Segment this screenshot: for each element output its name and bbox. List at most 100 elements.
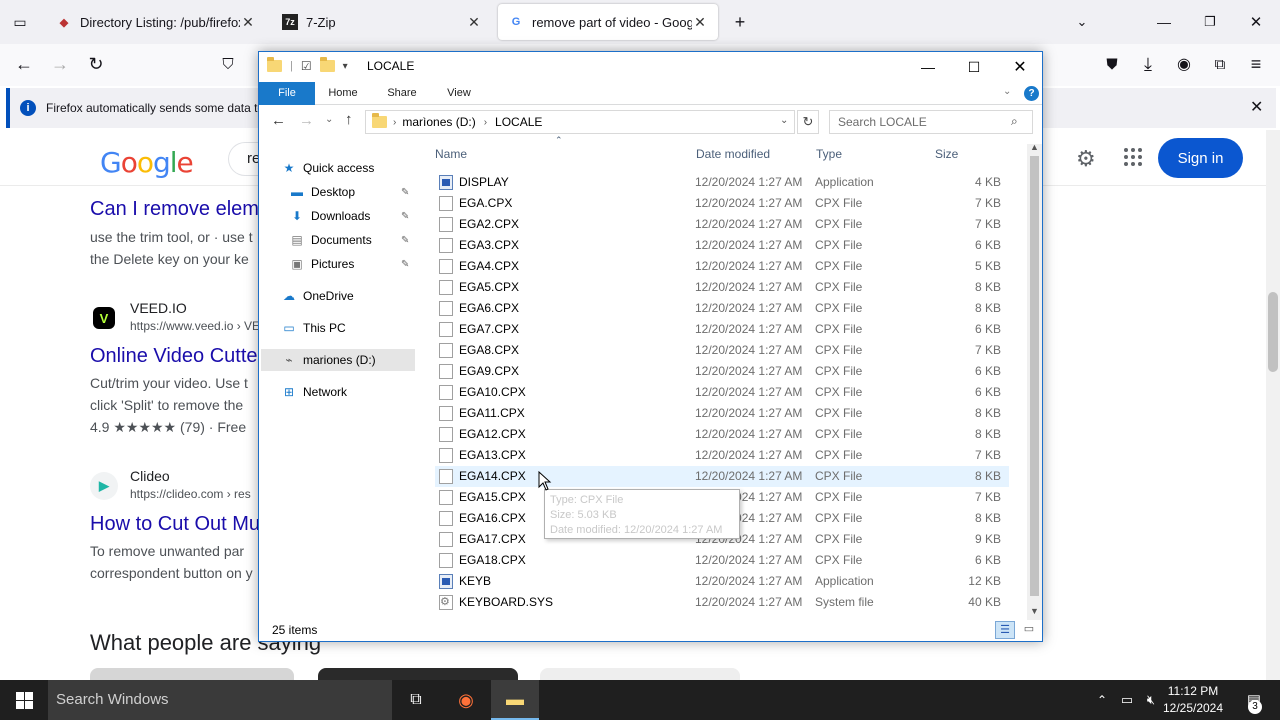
refresh-icon[interactable]: ↻ — [797, 110, 819, 134]
taskbar-search-input[interactable]: Search Windows — [48, 680, 392, 720]
pin-icon[interactable]: ✎ — [401, 235, 409, 246]
nav-quick-access[interactable]: ★ Quick access — [281, 157, 437, 179]
video-thumbnail[interactable] — [540, 668, 740, 680]
tab-file[interactable]: File — [259, 82, 315, 105]
scroll-up-icon[interactable]: ▲ — [1030, 142, 1039, 152]
large-icons-view-icon[interactable]: ▭ — [1019, 621, 1039, 639]
tab-google-search[interactable]: G remove part of video - Google S ✕ — [498, 4, 718, 40]
tab-home[interactable]: Home — [321, 82, 365, 105]
maximize-icon[interactable]: ☐ — [951, 52, 997, 82]
breadcrumb-drive[interactable]: marìones (D:) — [402, 115, 475, 129]
chevron-down-icon[interactable]: ⌄ — [1003, 86, 1011, 97]
nav-drive-d[interactable]: ⌁ mariones (D:) — [261, 349, 415, 371]
file-row[interactable]: EGA12.CPX 12/20/2024 1:27 AM CPX File 8 KB — [435, 424, 1009, 445]
tab-directory-listing[interactable]: ◆ Directory Listing: /pub/firefox/r ✕ — [46, 4, 266, 40]
minimize-icon[interactable]: — — [905, 52, 951, 82]
sign-in-button[interactable]: Sign in — [1158, 138, 1243, 178]
download-icon[interactable]: ⤓ — [1134, 50, 1162, 78]
properties-icon[interactable]: ☑ — [301, 59, 312, 73]
tab-share[interactable]: Share — [379, 82, 425, 105]
column-date[interactable]: Date modified — [696, 147, 770, 161]
google-logo[interactable]: Google — [100, 146, 194, 179]
chevron-down-icon[interactable]: ▾ — [343, 61, 348, 72]
nav-pictures[interactable]: ▣ Pictures — [289, 253, 445, 275]
file-row[interactable]: DISPLAY 12/20/2024 1:27 AM Application 4 KB — [435, 172, 1009, 193]
file-row[interactable]: EGA13.CPX 12/20/2024 1:27 AM CPX File 7 KB — [435, 445, 1009, 466]
file-row[interactable]: EGA5.CPX 12/20/2024 1:27 AM CPX File 8 KB — [435, 277, 1009, 298]
account-icon[interactable]: ◉ — [1170, 50, 1198, 78]
result-title[interactable]: How to Cut Out Mu — [90, 513, 260, 536]
restore-icon[interactable]: ❐ — [1196, 8, 1224, 36]
pin-icon[interactable]: ✎ — [401, 187, 409, 198]
file-row[interactable]: EGA3.CPX 12/20/2024 1:27 AM CPX File 6 KB — [435, 235, 1009, 256]
file-row[interactable]: KEYB 12/20/2024 1:27 AM Application 12 KB — [435, 571, 1009, 592]
file-explorer-icon[interactable]: ▬ — [491, 680, 539, 720]
close-icon[interactable]: ✕ — [692, 14, 708, 31]
task-view-icon[interactable]: ⧉ — [392, 680, 440, 720]
nav-onedrive[interactable]: ☁ OneDrive — [281, 285, 437, 307]
file-row[interactable]: EGA10.CPX 12/20/2024 1:27 AM CPX File 6 KB — [435, 382, 1009, 403]
breadcrumb-folder[interactable]: LOCALE — [495, 115, 542, 129]
file-row[interactable]: KEYBOARD.SYS 12/20/2024 1:27 AM System fil… — [435, 592, 1009, 613]
chevron-down-icon[interactable]: ⌄ — [780, 115, 788, 126]
nav-documents[interactable]: ▤ Documents — [289, 229, 445, 251]
reload-icon[interactable]: ↻ — [82, 50, 110, 78]
close-icon[interactable]: ✕ — [1242, 8, 1270, 36]
file-row[interactable]: EGA14.CPX 12/20/2024 1:27 AM CPX File 8 KB — [435, 466, 1009, 487]
close-icon[interactable]: ✕ — [1250, 97, 1263, 117]
pocket-icon[interactable]: ⛊ — [1098, 50, 1126, 78]
tab-view[interactable]: View — [437, 82, 481, 105]
tab-7zip[interactable]: 7z 7-Zip ✕ — [272, 4, 492, 40]
result-title[interactable]: Can I remove elem — [90, 198, 259, 221]
column-type[interactable]: Type — [816, 147, 842, 161]
close-icon[interactable]: ✕ — [466, 14, 482, 31]
scrollbar-thumb[interactable] — [1268, 292, 1278, 372]
nav-desktop[interactable]: ▬ Desktop — [289, 181, 445, 203]
search-input[interactable]: Search LOCALE — [829, 110, 1033, 134]
file-row[interactable]: EGA8.CPX 12/20/2024 1:27 AM CPX File 7 KB — [435, 340, 1009, 361]
firefox-icon[interactable]: ◉ — [442, 680, 490, 720]
up-icon[interactable]: ↑ — [345, 111, 353, 128]
column-name[interactable]: Name — [435, 147, 467, 161]
file-row[interactable]: EGA11.CPX 12/20/2024 1:27 AM CPX File 8 KB — [435, 403, 1009, 424]
apps-icon[interactable] — [1124, 148, 1142, 166]
close-icon[interactable]: ✕ — [240, 14, 256, 31]
file-row[interactable]: EGA18.CPX 12/20/2024 1:27 AM CPX File 6 KB — [435, 550, 1009, 571]
forward-icon[interactable]: → — [299, 112, 314, 129]
pin-icon[interactable]: ✎ — [401, 211, 409, 222]
recent-locations-icon[interactable]: ⌄ — [325, 114, 333, 125]
new-folder-icon[interactable] — [319, 57, 335, 72]
gear-icon[interactable]: ⚙ — [1076, 146, 1096, 172]
close-icon[interactable]: ✕ — [997, 52, 1043, 82]
forward-icon[interactable]: → — [46, 50, 74, 78]
result-title[interactable]: Online Video Cutte — [90, 345, 258, 368]
scrollbar-thumb[interactable] — [1030, 156, 1039, 596]
details-view-icon[interactable]: ☰ — [995, 621, 1015, 639]
help-icon[interactable]: ? — [1024, 86, 1039, 101]
back-icon[interactable]: ← — [271, 112, 286, 129]
nav-network[interactable]: ⊞ Network — [281, 381, 437, 403]
menu-icon[interactable]: ≡ — [1242, 50, 1270, 78]
address-bar[interactable]: › marìones (D:) › LOCALE ⌄ — [365, 110, 795, 134]
back-icon[interactable]: ← — [10, 50, 38, 78]
nav-this-pc[interactable]: ▭ This PC — [281, 317, 437, 339]
chevron-up-icon[interactable]: ⌃ — [1088, 680, 1116, 720]
video-thumbnail[interactable] — [318, 668, 518, 680]
file-list-scrollbar[interactable]: ▲ ▼ — [1027, 142, 1042, 620]
file-row[interactable]: EGA9.CPX 12/20/2024 1:27 AM CPX File 6 KB — [435, 361, 1009, 382]
file-row[interactable]: EGA2.CPX 12/20/2024 1:27 AM CPX File 7 KB — [435, 214, 1009, 235]
page-scrollbar[interactable] — [1266, 130, 1280, 680]
shield-icon[interactable]: ⛉ — [214, 50, 242, 78]
file-row[interactable]: EGA4.CPX 12/20/2024 1:27 AM CPX File 5 KB — [435, 256, 1009, 277]
system-clock[interactable]: 11:12 PM 12/25/2024 — [1158, 683, 1228, 717]
video-thumbnail[interactable] — [90, 668, 294, 680]
new-tab-icon[interactable]: + — [726, 8, 754, 36]
column-size[interactable]: Size — [935, 147, 958, 161]
file-row[interactable]: EGA7.CPX 12/20/2024 1:27 AM CPX File 6 KB — [435, 319, 1009, 340]
file-row[interactable]: EGA.CPX 12/20/2024 1:27 AM CPX File 7 KB — [435, 193, 1009, 214]
windows-start-icon[interactable] — [0, 680, 48, 720]
network-icon[interactable]: ▭ — [1114, 680, 1140, 720]
file-row[interactable]: EGA6.CPX 12/20/2024 1:27 AM CPX File 8 KB — [435, 298, 1009, 319]
chevron-down-icon[interactable]: ⌄ — [1068, 8, 1096, 36]
minimize-icon[interactable]: — — [1150, 8, 1178, 36]
